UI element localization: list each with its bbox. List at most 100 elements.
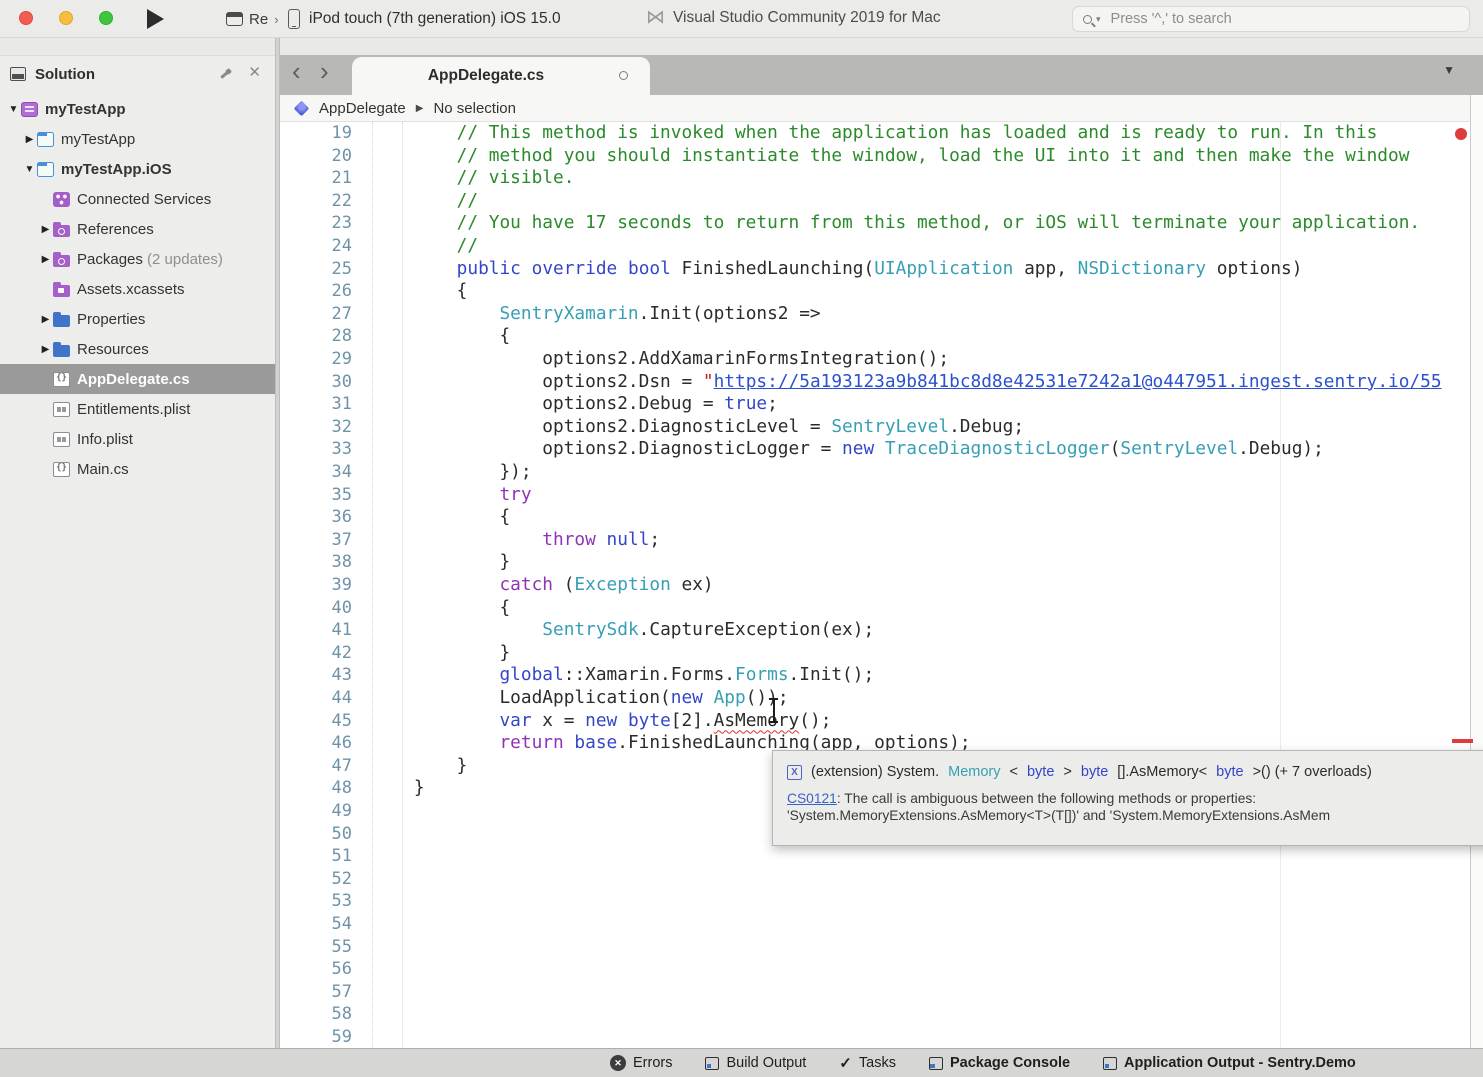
code-line-45[interactable]: 45 var x = new byte[2].AsMemory(); — [280, 710, 1470, 733]
expander-icon[interactable]: ▶ — [38, 344, 53, 355]
line-number[interactable]: 54 — [280, 913, 352, 936]
line-number[interactable]: 53 — [280, 890, 352, 913]
code-line-38[interactable]: 38 } — [280, 551, 1470, 574]
code-line-56[interactable]: 56 — [280, 958, 1470, 981]
code-line-28[interactable]: 28 { — [280, 325, 1470, 348]
expander-icon[interactable]: ▼ — [6, 104, 21, 115]
line-number[interactable]: 30 — [280, 371, 352, 394]
code-line-35[interactable]: 35 try — [280, 484, 1470, 507]
code-line-55[interactable]: 55 — [280, 936, 1470, 959]
line-number[interactable]: 57 — [280, 981, 352, 1004]
close-window-button[interactable] — [19, 11, 33, 25]
expander-icon[interactable]: ▶ — [22, 134, 37, 145]
expander-icon[interactable]: ▶ — [38, 254, 53, 265]
sidebar-item-entitlements-plist[interactable]: Entitlements.plist — [0, 394, 275, 424]
line-number[interactable]: 43 — [280, 664, 352, 687]
sidebar-item-mytestapp[interactable]: ▼myTestApp — [0, 94, 275, 124]
code-line-21[interactable]: 21 // visible. — [280, 167, 1470, 190]
line-number[interactable]: 52 — [280, 868, 352, 891]
line-number[interactable]: 29 — [280, 348, 352, 371]
code-line-58[interactable]: 58 — [280, 1003, 1470, 1026]
code-line-24[interactable]: 24 // — [280, 235, 1470, 258]
line-number[interactable]: 49 — [280, 800, 352, 823]
code-line-31[interactable]: 31 options2.Debug = true; — [280, 393, 1470, 416]
code-line-36[interactable]: 36 { — [280, 506, 1470, 529]
zoom-window-button[interactable] — [99, 11, 113, 25]
pad-button-application-output-sentry-demo[interactable]: Application Output - Sentry.Demo — [1103, 1055, 1356, 1071]
sidebar-item-main-cs[interactable]: Main.cs — [0, 454, 275, 484]
editor-scrollbar[interactable] — [1470, 95, 1483, 1048]
line-number[interactable]: 28 — [280, 325, 352, 348]
line-number[interactable]: 38 — [280, 551, 352, 574]
code-line-27[interactable]: 27 SentryXamarin.Init(options2 => — [280, 303, 1470, 326]
code-line-43[interactable]: 43 global::Xamarin.Forms.Forms.Init(); — [280, 664, 1470, 687]
line-number[interactable]: 47 — [280, 755, 352, 778]
expander-icon[interactable]: ▶ — [38, 224, 53, 235]
sidebar-item-assets-xcassets[interactable]: Assets.xcassets — [0, 274, 275, 304]
line-number[interactable]: 48 — [280, 777, 352, 800]
sidebar-item-info-plist[interactable]: Info.plist — [0, 424, 275, 454]
sidebar-item-references[interactable]: ▶References — [0, 214, 275, 244]
line-number[interactable]: 26 — [280, 280, 352, 303]
sidebar-item-packages[interactable]: ▶Packages (2 updates) — [0, 244, 275, 274]
code-editor[interactable]: 19 // This method is invoked when the ap… — [280, 122, 1470, 1048]
line-number[interactable]: 41 — [280, 619, 352, 642]
line-number[interactable]: 50 — [280, 823, 352, 846]
close-pad-icon[interactable]: ✕ — [248, 65, 261, 80]
line-number[interactable]: 20 — [280, 145, 352, 168]
pin-pad-icon[interactable] — [218, 68, 231, 81]
code-line-20[interactable]: 20 // method you should instantiate the … — [280, 145, 1470, 168]
expander-icon[interactable]: ▼ — [22, 164, 37, 175]
code-line-51[interactable]: 51 — [280, 845, 1470, 868]
pad-button-build-output[interactable]: Build Output — [705, 1055, 806, 1071]
line-number[interactable]: 19 — [280, 122, 352, 145]
line-number[interactable]: 22 — [280, 190, 352, 213]
line-number[interactable]: 25 — [280, 258, 352, 281]
dsn-url-link[interactable]: https://5a193123a9b841bc8d8e42531e7242a1… — [714, 371, 1442, 392]
line-number[interactable]: 55 — [280, 936, 352, 959]
code-line-44[interactable]: 44 LoadApplication(new App()); — [280, 687, 1470, 710]
navigate-back-icon[interactable]: ‹ — [292, 56, 301, 87]
code-line-25[interactable]: 25 public override bool FinishedLaunchin… — [280, 258, 1470, 281]
tab-list-dropdown-icon[interactable]: ▼ — [1443, 63, 1455, 77]
line-number[interactable]: 33 — [280, 438, 352, 461]
code-line-30[interactable]: 30 options2.Dsn = "https://5a193123a9b84… — [280, 371, 1470, 394]
navigate-forward-icon[interactable]: › — [320, 56, 329, 87]
line-number[interactable]: 23 — [280, 212, 352, 235]
line-number[interactable]: 42 — [280, 642, 352, 665]
line-number[interactable]: 35 — [280, 484, 352, 507]
sidebar-item-appdelegate-cs[interactable]: AppDelegate.cs — [0, 364, 275, 394]
sidebar-item-properties[interactable]: ▶Properties — [0, 304, 275, 334]
code-line-52[interactable]: 52 — [280, 868, 1470, 891]
tab-appdelegate[interactable]: AppDelegate.cs — [352, 57, 650, 95]
configuration-selector[interactable]: Re › — [226, 7, 279, 31]
line-number[interactable]: 27 — [280, 303, 352, 326]
code-line-32[interactable]: 32 options2.DiagnosticLevel = SentryLeve… — [280, 416, 1470, 439]
line-number[interactable]: 39 — [280, 574, 352, 597]
sidebar-item-resources[interactable]: ▶Resources — [0, 334, 275, 364]
search-input[interactable]: ▾ Press '^,' to search — [1072, 6, 1470, 32]
code-line-19[interactable]: 19 // This method is invoked when the ap… — [280, 122, 1470, 145]
breadcrumb-class[interactable]: AppDelegate — [319, 100, 406, 117]
line-number[interactable]: 36 — [280, 506, 352, 529]
line-number[interactable]: 21 — [280, 167, 352, 190]
breadcrumb-member[interactable]: No selection — [433, 100, 516, 117]
code-line-53[interactable]: 53 — [280, 890, 1470, 913]
code-line-26[interactable]: 26 { — [280, 280, 1470, 303]
pad-button-package-console[interactable]: Package Console — [929, 1055, 1070, 1071]
line-number[interactable]: 45 — [280, 710, 352, 733]
pad-button-errors[interactable]: ✕Errors — [610, 1055, 672, 1071]
line-number[interactable]: 59 — [280, 1026, 352, 1048]
line-number[interactable]: 51 — [280, 845, 352, 868]
code-line-42[interactable]: 42 } — [280, 642, 1470, 665]
line-number[interactable]: 37 — [280, 529, 352, 552]
code-line-33[interactable]: 33 options2.DiagnosticLogger = new Trace… — [280, 438, 1470, 461]
sidebar-item-mytestapp[interactable]: ▶myTestApp — [0, 124, 275, 154]
line-number[interactable]: 34 — [280, 461, 352, 484]
line-number[interactable]: 31 — [280, 393, 352, 416]
code-line-29[interactable]: 29 options2.AddXamarinFormsIntegration()… — [280, 348, 1470, 371]
expander-icon[interactable]: ▶ — [38, 314, 53, 325]
code-line-54[interactable]: 54 — [280, 913, 1470, 936]
code-line-37[interactable]: 37 throw null; — [280, 529, 1470, 552]
line-number[interactable]: 44 — [280, 687, 352, 710]
